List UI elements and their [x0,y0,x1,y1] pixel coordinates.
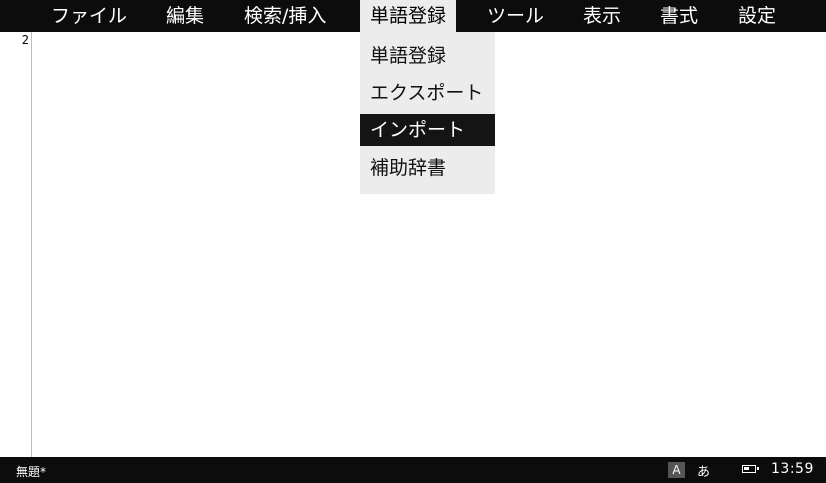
word-registration-dropdown: 単語登録 エクスポート インポート 補助辞書 [360,32,495,194]
line-number-gutter: 2 [0,32,32,457]
menu-tools[interactable]: ツール [487,0,544,32]
battery-level [744,467,749,470]
clock: 13:59 [771,461,814,477]
dropdown-item-word-registration[interactable]: 単語登録 [360,40,495,72]
dropdown-item-aux-dictionary[interactable]: 補助辞書 [360,152,495,184]
battery-icon [742,465,759,473]
menu-format[interactable]: 書式 [660,0,698,32]
dropdown-item-import[interactable]: インポート [360,114,495,146]
line-number: 2 [21,33,29,47]
menu-search-insert[interactable]: 検索/挿入 [244,0,326,32]
dropdown-item-export[interactable]: エクスポート [360,77,495,109]
ime-indicator-icon: A [668,462,685,478]
document-title: 無題* [16,465,47,479]
ime-mode: あ [697,465,711,480]
menu-word-registration[interactable]: 単語登録 [360,0,457,32]
menu-edit[interactable]: 編集 [166,0,204,32]
menu-view[interactable]: 表示 [583,0,621,32]
menu-bar: ファイル 編集 検索/挿入 単語登録 ツール 表示 書式 設定 [0,0,826,32]
status-bar: 無題* A あ 13:59 [0,457,826,483]
menu-settings[interactable]: 設定 [738,0,776,32]
menu-file[interactable]: ファイル [51,0,127,32]
